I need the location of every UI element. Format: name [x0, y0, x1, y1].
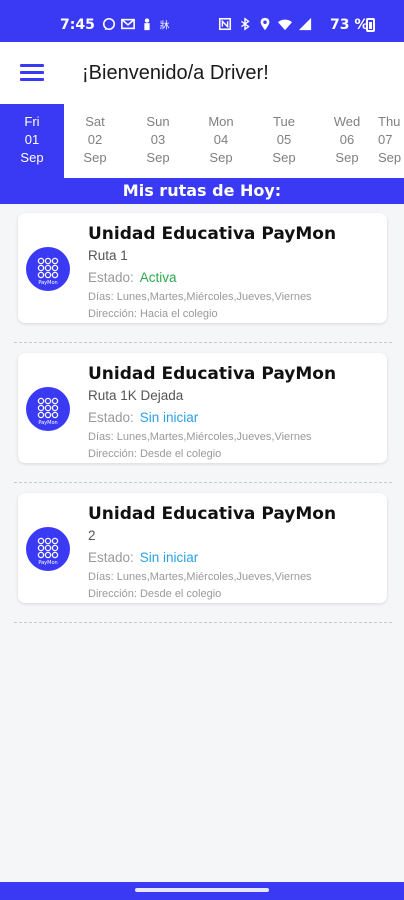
state-value: Sin iniciar [139, 410, 199, 425]
date-number: 06 [339, 132, 355, 147]
translate-icon: 牀 [160, 19, 170, 31]
route-card[interactable]: PayMon Unidad Educativa PayMon Ruta 1K D… [18, 353, 387, 463]
logo-text: PayMon [38, 560, 57, 566]
divider [14, 482, 392, 483]
date-day: Mon [208, 114, 234, 129]
battery-percent: 73 % [330, 17, 369, 33]
bluetooth-icon [241, 17, 250, 31]
nfc-icon [218, 17, 232, 31]
state-label: Estado: [88, 410, 134, 425]
route-direction: Dirección: Hacia el colegio [88, 308, 218, 320]
date-month: Sep [378, 150, 402, 165]
state-value: Activa [139, 270, 177, 285]
school-name: Unidad Educativa PayMon [88, 364, 337, 384]
date-month: Sep [209, 150, 233, 165]
location-icon [260, 17, 270, 31]
logo-text: PayMon [38, 280, 57, 286]
route-direction: Dirección: Desde el colegio [88, 588, 222, 600]
state-value: Sin iniciar [139, 550, 199, 565]
date-month: Sep [146, 150, 170, 165]
date-number: 05 [276, 132, 292, 147]
date-item-sun-03[interactable]: Sun 03 Sep [126, 104, 190, 178]
hamburger-menu-icon[interactable] [20, 64, 44, 82]
person-icon [144, 18, 150, 31]
wifi-icon [278, 19, 292, 31]
section-title: Mis rutas de Hoy: [0, 178, 404, 204]
date-number: 01 [24, 132, 40, 147]
logo-text: PayMon [38, 420, 57, 426]
date-item-thu-07[interactable]: Thu 07 Sep [372, 104, 404, 178]
date-item-fri-01[interactable]: Fri 01 Sep [0, 104, 64, 178]
route-days: Días: Lunes,Martes,Miércoles,Jueves,Vier… [88, 431, 312, 443]
signal-icon [298, 17, 312, 31]
status-bar: 7:45 牀 73 % [0, 0, 404, 42]
svg-text:牀: 牀 [160, 19, 170, 31]
home-gesture-handle[interactable] [135, 888, 269, 892]
battery-icon [366, 18, 375, 32]
date-day: Sat [85, 114, 105, 129]
school-name: Unidad Educativa PayMon [88, 224, 337, 244]
route-name: 2 [88, 528, 96, 543]
route-state: Estado: Sin iniciar [88, 550, 198, 565]
date-item-wed-06[interactable]: Wed 06 Sep [315, 104, 379, 178]
date-month: Sep [83, 150, 107, 165]
route-days: Días: Lunes,Martes,Miércoles,Jueves,Vier… [88, 571, 312, 583]
school-name: Unidad Educativa PayMon [88, 504, 337, 524]
date-item-tue-05[interactable]: Tue 05 Sep [252, 104, 316, 178]
date-day: Thu [378, 114, 401, 129]
route-name: Ruta 1K Dejada [88, 388, 184, 403]
state-label: Estado: [88, 270, 134, 285]
date-month: Sep [20, 150, 44, 165]
divider [14, 622, 392, 623]
app-bar: ¡Bienvenido/a Driver! [0, 42, 404, 104]
date-day: Wed [333, 114, 361, 129]
school-logo: PayMon [26, 527, 70, 571]
state-label: Estado: [88, 550, 134, 565]
gmail-icon [121, 18, 135, 30]
divider [14, 342, 392, 343]
date-day: Sun [146, 114, 170, 129]
date-item-sat-02[interactable]: Sat 02 Sep [63, 104, 127, 178]
school-logo: PayMon [26, 387, 70, 431]
date-number: 07 [378, 132, 393, 147]
date-number: 02 [87, 132, 103, 147]
status-time: 7:45 [60, 17, 95, 33]
page-title: ¡Bienvenido/a Driver! [82, 62, 269, 84]
date-selector: Fri 01 Sep Sat 02 Sep Sun 03 Sep Mon 04 … [0, 104, 404, 178]
date-month: Sep [335, 150, 359, 165]
route-days: Días: Lunes,Martes,Miércoles,Jueves,Vier… [88, 291, 312, 303]
school-logo: PayMon [26, 247, 70, 291]
date-month: Sep [272, 150, 296, 165]
route-card[interactable]: PayMon Unidad Educativa PayMon 2 Estado:… [18, 493, 387, 603]
date-item-mon-04[interactable]: Mon 04 Sep [189, 104, 253, 178]
date-day: Tue [273, 114, 295, 129]
date-number: 04 [213, 132, 229, 147]
whatsapp-icon [102, 17, 116, 31]
navigation-bar [0, 882, 404, 900]
route-direction: Dirección: Desde el colegio [88, 448, 222, 460]
route-state: Estado: Activa [88, 270, 177, 285]
date-day: Fri [24, 114, 40, 129]
route-card[interactable]: PayMon Unidad Educativa PayMon Ruta 1 Es… [18, 213, 387, 323]
date-number: 03 [150, 132, 166, 147]
route-name: Ruta 1 [88, 248, 128, 263]
route-state: Estado: Sin iniciar [88, 410, 198, 425]
